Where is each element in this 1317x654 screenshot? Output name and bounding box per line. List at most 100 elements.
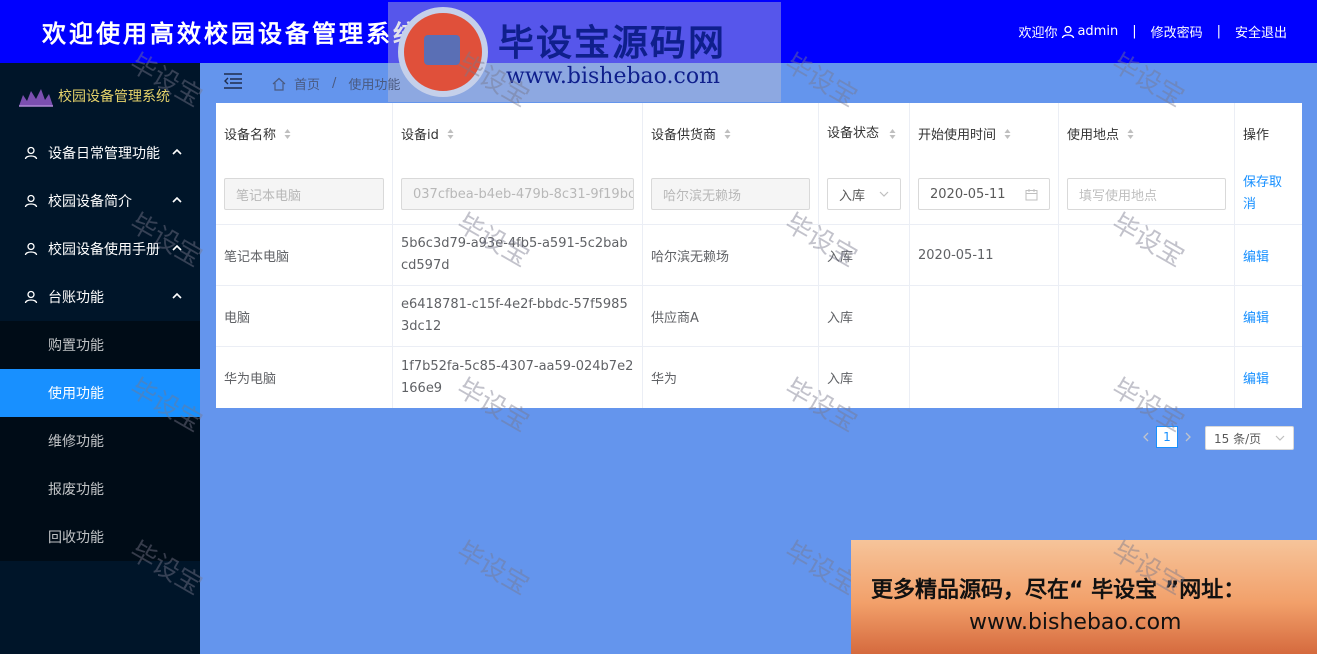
col-start-date-header[interactable]: 开始使用时间 xyxy=(910,103,1059,164)
table-row: 华为电脑 1f7b52fa-5c85-4307-aa59-024b7e2166e… xyxy=(216,347,1302,408)
chevron-up-icon xyxy=(172,292,182,299)
col-status-header[interactable]: 设备状态 xyxy=(819,103,910,164)
sort-icon[interactable] xyxy=(284,128,291,140)
menu-label: 校园设备使用手册 xyxy=(48,242,160,258)
cell-id: e6418781-c15f-4e2f-bbdc-57f59853dc12 xyxy=(401,297,628,334)
cell-supplier: 华为 xyxy=(643,347,819,408)
sort-icon[interactable] xyxy=(889,128,896,140)
name-field: 笔记本电脑 xyxy=(224,178,384,210)
chevron-right-icon[interactable] xyxy=(1182,431,1194,443)
user-icon xyxy=(24,146,38,160)
page-size-select[interactable]: 15 条/页 xyxy=(1205,426,1294,450)
usage-table: 设备名称 设备id 设备供货商 设备状态 开始使用时间 使用地点 操作 笔记本电… xyxy=(216,103,1302,408)
submenu-repair[interactable]: 维修功能 xyxy=(0,417,200,465)
col-supplier-header[interactable]: 设备供货商 xyxy=(643,103,819,164)
sort-icon[interactable] xyxy=(1004,128,1011,140)
breadcrumb-current: 使用功能 xyxy=(348,78,401,93)
save-button[interactable]: 保存 xyxy=(1243,175,1269,190)
change-password-link[interactable]: 修改密码 xyxy=(1151,22,1203,41)
app-title: 欢迎使用高效校园设备管理系统 xyxy=(42,19,420,48)
promo-line-1: 更多精品源码，尽在“ 毕设宝 ”网址： xyxy=(871,578,1246,603)
cell-location xyxy=(1059,225,1235,285)
submenu-scrap[interactable]: 报废功能 xyxy=(0,465,200,513)
table-row: 笔记本电脑 5b6c3d79-a93e-4fb5-a591-5c2babcd59… xyxy=(216,225,1302,286)
pagination: 1 xyxy=(1136,426,1198,448)
status-select-value: 入库 xyxy=(839,188,866,204)
menu-ledger[interactable]: 台账功能 xyxy=(0,273,200,321)
user-icon xyxy=(24,194,38,208)
cell-start-date: 2020-05-11 xyxy=(910,225,1059,285)
menu-daily-management[interactable]: 设备日常管理功能 xyxy=(0,129,200,177)
col-name-header[interactable]: 设备名称 xyxy=(216,103,393,164)
chevron-up-icon xyxy=(172,244,182,251)
user-icon xyxy=(24,242,38,256)
submenu-recycle[interactable]: 回收功能 xyxy=(0,513,200,561)
home-icon xyxy=(272,77,286,91)
cell-start-date xyxy=(910,347,1059,408)
id-field: 037cfbea-b4eb-479b-8c31-9f19bc xyxy=(401,178,634,210)
username[interactable]: admin xyxy=(1077,24,1118,39)
menu-label: 校园设备简介 xyxy=(48,194,132,210)
page-size-value: 15 条/页 xyxy=(1214,431,1262,446)
chevron-left-icon[interactable] xyxy=(1140,431,1152,443)
submenu-usage[interactable]: 使用功能 xyxy=(0,369,200,417)
user-icon xyxy=(1062,25,1075,38)
col-action-header: 操作 xyxy=(1235,103,1302,164)
cell-start-date xyxy=(910,286,1059,346)
logout-link[interactable]: 安全退出 xyxy=(1235,22,1287,41)
cell-id: 5b6c3d79-a93e-4fb5-a591-5c2babcd597d xyxy=(401,236,628,273)
chevron-up-icon xyxy=(172,196,182,203)
edit-button[interactable]: 编辑 xyxy=(1243,246,1269,265)
sort-icon[interactable] xyxy=(447,128,454,140)
breadcrumb: 首页 / 使用功能 xyxy=(272,74,400,93)
cell-status: 入库 xyxy=(819,225,910,285)
cell-status: 入库 xyxy=(819,286,910,346)
sidebar-logo[interactable]: 校园设备管理系统 xyxy=(0,63,200,129)
supplier-field: 哈尔滨无赖场 xyxy=(651,178,810,210)
calendar-icon xyxy=(1025,188,1038,200)
chevron-up-icon xyxy=(172,148,182,155)
col-location-header[interactable]: 使用地点 xyxy=(1059,103,1235,164)
separator: | xyxy=(1216,24,1221,39)
welcome-text: 欢迎你 xyxy=(1018,26,1058,41)
chevron-down-icon xyxy=(1275,435,1285,441)
status-select[interactable]: 入库 xyxy=(827,178,901,210)
edit-button[interactable]: 编辑 xyxy=(1243,368,1269,387)
start-date-value: 2020-05-11 xyxy=(930,186,1006,202)
ledger-submenu: 购置功能 使用功能 维修功能 报废功能 回收功能 xyxy=(0,321,200,561)
breadcrumb-home[interactable]: 首页 xyxy=(294,74,320,93)
sidebar: 校园设备管理系统 设备日常管理功能 校园设备简介 校园设备使用手册 台账功能 购… xyxy=(0,63,200,654)
breadcrumb-bar: 首页 / 使用功能 xyxy=(200,63,1317,101)
cell-supplier: 供应商A xyxy=(643,286,819,346)
cell-name: 笔记本电脑 xyxy=(216,225,393,285)
menu-fold-icon[interactable] xyxy=(224,73,242,89)
table-row: 电脑 e6418781-c15f-4e2f-bbdc-57f59853dc12 … xyxy=(216,286,1302,347)
cell-location xyxy=(1059,286,1235,346)
menu-label: 台账功能 xyxy=(48,290,104,306)
promo-url[interactable]: www.bishebao.com xyxy=(969,610,1181,635)
menu-device-intro[interactable]: 校园设备简介 xyxy=(0,177,200,225)
cell-status: 入库 xyxy=(819,347,910,408)
sort-icon[interactable] xyxy=(1127,128,1134,140)
cell-name: 电脑 xyxy=(216,286,393,346)
sort-icon[interactable] xyxy=(724,128,731,140)
promo-banner: 更多精品源码，尽在“ 毕设宝 ”网址： www.bishebao.com xyxy=(851,540,1317,654)
breadcrumb-separator: / xyxy=(332,76,337,91)
watermark-text: 毕设宝 xyxy=(451,536,535,602)
location-input[interactable]: 填写使用地点 xyxy=(1067,178,1226,210)
user-icon xyxy=(24,290,38,304)
chevron-down-icon xyxy=(879,191,889,197)
edit-button[interactable]: 编辑 xyxy=(1243,307,1269,326)
castle-logo-icon xyxy=(19,89,53,107)
menu-device-manual[interactable]: 校园设备使用手册 xyxy=(0,225,200,273)
page-number[interactable]: 1 xyxy=(1156,426,1178,448)
start-date-picker[interactable]: 2020-05-11 xyxy=(918,178,1050,210)
cell-supplier: 哈尔滨无赖场 xyxy=(643,225,819,285)
sidebar-logo-text: 校园设备管理系统 xyxy=(58,89,170,105)
col-id-header[interactable]: 设备id xyxy=(393,103,643,164)
cell-name: 华为电脑 xyxy=(216,347,393,408)
user-bar: 欢迎你 admin | 修改密码 | 安全退出 xyxy=(1018,22,1287,41)
table-row-editing: 笔记本电脑 037cfbea-b4eb-479b-8c31-9f19bc 哈尔滨… xyxy=(216,164,1302,225)
cell-id: 1f7b52fa-5c85-4307-aa59-024b7e2166e9 xyxy=(401,358,634,396)
submenu-purchase[interactable]: 购置功能 xyxy=(0,321,200,369)
